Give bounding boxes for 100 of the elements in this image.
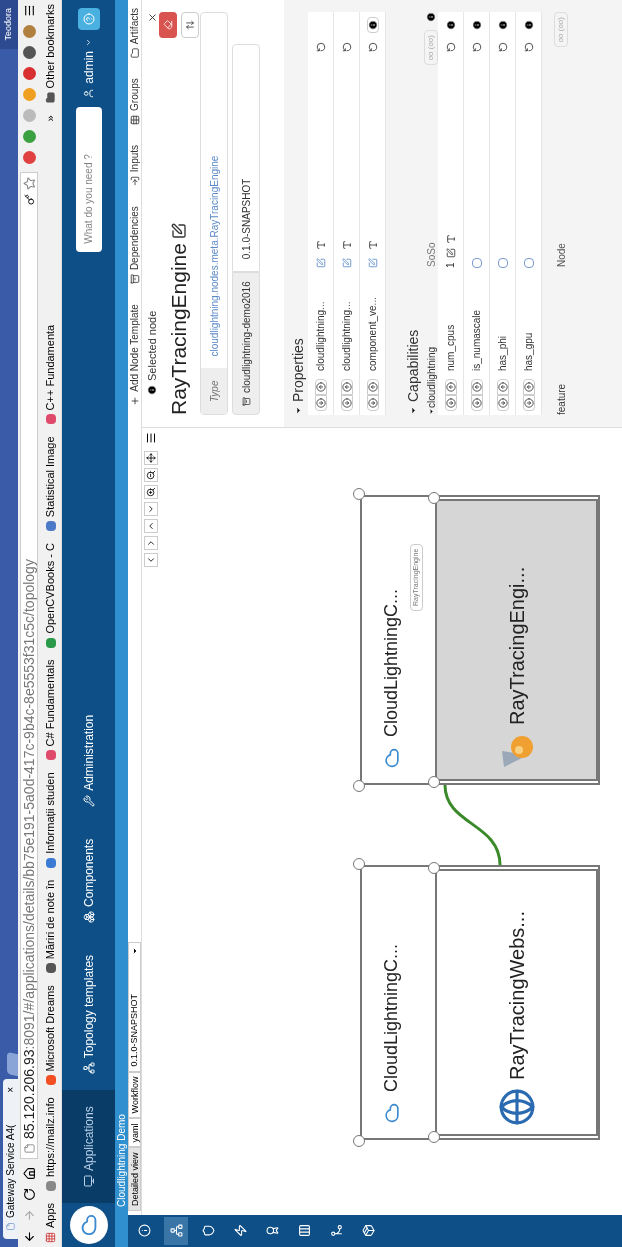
port-handle[interactable] <box>353 780 365 792</box>
info-icon[interactable] <box>426 12 436 22</box>
checkbox[interactable] <box>471 258 482 268</box>
bookmark-link[interactable]: Statistical Image <box>42 436 59 532</box>
move-down-button[interactable] <box>444 395 457 411</box>
search-field[interactable]: What do you need ? <box>75 106 102 252</box>
panel-tab[interactable]: Inputs <box>127 144 142 187</box>
canvas-tool-button[interactable] <box>144 468 158 482</box>
key-icon[interactable] <box>23 194 35 205</box>
node-child[interactable]: RayTracingEngi... <box>435 499 598 781</box>
version-select[interactable]: 0.1.0-SNAPSHOT <box>128 941 141 1072</box>
extension-icon[interactable] <box>22 67 36 80</box>
move-up-button[interactable] <box>522 379 535 395</box>
bookmark-link[interactable]: Microsoft Dreams <box>42 985 59 1086</box>
capability-toggle[interactable]: cloudlightning <box>423 315 439 415</box>
arrow-up-icon <box>367 382 378 392</box>
property-name: cloudlightning... <box>340 300 353 371</box>
info-icon[interactable] <box>445 20 456 30</box>
star-icon[interactable] <box>22 177 36 190</box>
move-down-button[interactable] <box>366 395 379 411</box>
info-icon[interactable] <box>497 20 508 30</box>
bookmark-link[interactable]: Măriri de note în <box>42 879 59 974</box>
browser-tab[interactable]: Gateway Service A4( × <box>3 1079 18 1239</box>
bookmark-link[interactable]: C# Fundamentals <box>42 659 59 761</box>
property-value[interactable]: 1 <box>443 262 458 268</box>
move-up-button[interactable] <box>340 379 353 395</box>
info-icon[interactable] <box>471 20 482 30</box>
info-icon[interactable] <box>523 20 534 30</box>
view-tab[interactable]: Detailed view <box>128 1147 141 1211</box>
nav-tab[interactable]: Topology templates <box>62 938 115 1091</box>
edit-icon[interactable] <box>171 223 187 239</box>
reset-icon[interactable] <box>367 42 378 52</box>
bookmark-link[interactable]: Informații studen <box>42 772 59 868</box>
reset-icon[interactable] <box>445 42 456 52</box>
info-button[interactable] <box>366 17 379 33</box>
menu-icon[interactable] <box>145 432 157 444</box>
bookmark-link[interactable]: C++ Fundamenta <box>42 324 59 425</box>
property-name: has_phi <box>496 334 509 371</box>
panel-tab[interactable]: Groups <box>127 78 142 125</box>
move-up-button[interactable] <box>366 379 379 395</box>
move-up-button[interactable] <box>444 379 457 395</box>
bookmark-folder[interactable]: Other bookmarks <box>42 4 59 104</box>
reset-icon[interactable] <box>341 42 352 52</box>
close-icon[interactable] <box>146 12 158 23</box>
section-toggle[interactable]: Properties <box>288 338 308 415</box>
extension-icon[interactable] <box>22 46 36 59</box>
nav-tab[interactable]: Administration <box>62 698 115 823</box>
url-text: 85.120.206.93:8091/#/applications/details/bb75e191-5a0d-417c-9b4c-8e5553f31c5c/topology <box>19 558 38 1139</box>
reload-icon[interactable] <box>22 1188 36 1201</box>
move-up-button[interactable] <box>314 379 327 395</box>
port-handle[interactable] <box>353 1135 365 1147</box>
port-handle[interactable] <box>428 862 440 874</box>
section-toggle[interactable]: Capabilities <box>402 329 424 415</box>
port-handle[interactable] <box>428 492 440 504</box>
close-tab-button[interactable]: × <box>3 1087 18 1093</box>
user-menu[interactable]: admin <box>79 38 98 99</box>
port-handle[interactable] <box>353 858 365 870</box>
panel-tab[interactable]: Dependencies <box>127 206 142 285</box>
move-down-button[interactable] <box>496 395 509 411</box>
menu-icon[interactable] <box>22 4 36 17</box>
move-down-button[interactable] <box>470 395 483 411</box>
reset-icon[interactable] <box>315 42 326 52</box>
extension-icon[interactable] <box>22 130 36 143</box>
move-up-button[interactable] <box>470 379 483 395</box>
reset-icon[interactable] <box>471 42 482 52</box>
chevron-left-icon <box>146 555 156 565</box>
extension-icon[interactable] <box>22 25 36 38</box>
address-bar[interactable]: 85.120.206.93:8091/#/applications/details/bb75e191-5a0d-417c-9b4c-8e5553f31c5c/topology <box>20 172 38 1159</box>
move-down-button[interactable] <box>314 395 327 411</box>
checkbox[interactable] <box>497 258 508 268</box>
view-tab[interactable]: Workflow <box>128 1071 141 1119</box>
extension-icon[interactable] <box>22 151 36 164</box>
reset-icon[interactable] <box>523 42 534 52</box>
bookmark-link[interactable]: OpenCVBooks - C <box>42 543 59 648</box>
new-tab-button[interactable] <box>7 1051 18 1077</box>
move-down-button[interactable] <box>522 395 535 411</box>
move-down-button[interactable] <box>340 395 353 411</box>
arrow-down-icon <box>445 398 456 408</box>
more-bookmarks-button[interactable]: » <box>42 115 59 122</box>
back-icon[interactable] <box>22 1230 36 1243</box>
node-child[interactable]: RayTracingWebs... <box>435 869 598 1136</box>
nav-tab[interactable]: Applications <box>62 1090 115 1203</box>
type-link[interactable]: cloudlightning.nodes.meta.RayTracingEngine <box>201 143 227 369</box>
folder-icon <box>45 92 56 104</box>
port-handle[interactable] <box>353 488 365 500</box>
bookmark-link[interactable]: https://mailz.info <box>42 1097 59 1191</box>
reset-icon[interactable] <box>497 42 508 52</box>
view-tab[interactable]: yaml <box>128 1118 141 1148</box>
canvas-tool-button[interactable] <box>144 451 158 465</box>
home-icon[interactable] <box>22 1167 36 1180</box>
help-button[interactable] <box>77 8 100 30</box>
checkbox[interactable] <box>523 258 534 268</box>
nav-tab[interactable]: Components <box>62 822 115 939</box>
move-up-button[interactable] <box>496 379 509 395</box>
panel-tab[interactable]: Add Node Template <box>127 304 142 406</box>
canvas-tool-button[interactable] <box>144 485 158 499</box>
panel-tab[interactable]: Artifacts <box>127 8 142 59</box>
sort-button[interactable] <box>181 12 199 38</box>
profile-name[interactable]: Teodora <box>0 0 18 49</box>
bookmark-link[interactable]: Apps <box>42 1202 59 1243</box>
